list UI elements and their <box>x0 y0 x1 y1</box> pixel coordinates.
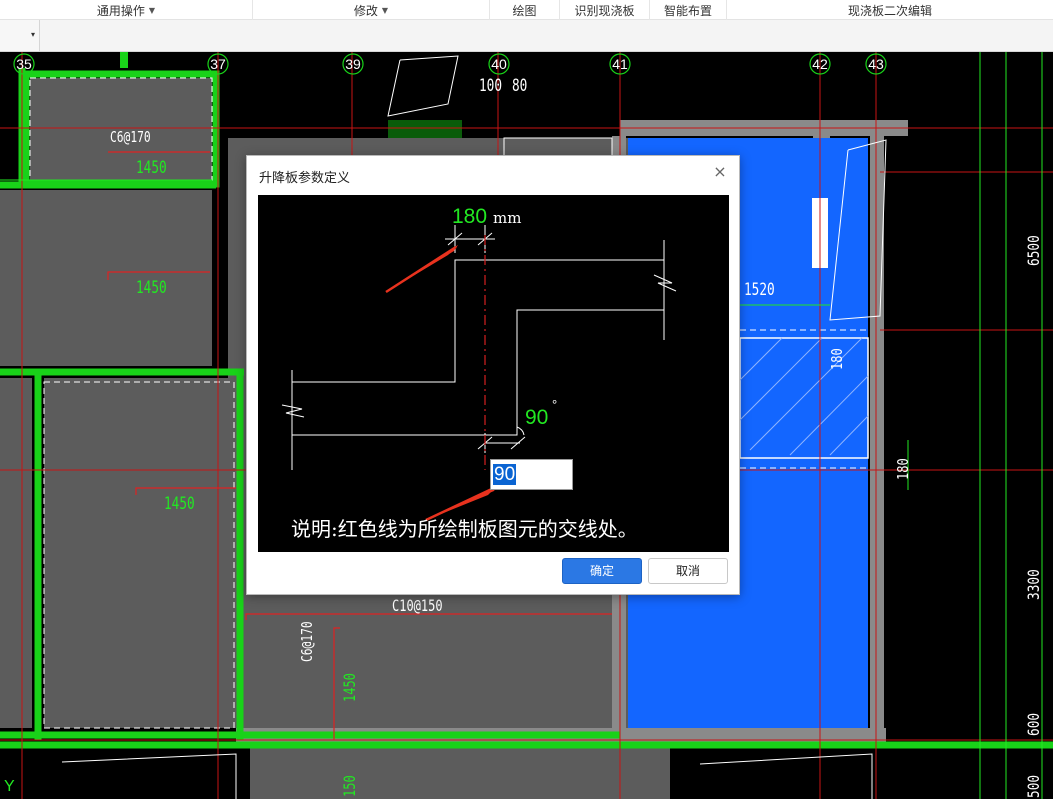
parameter-preview: 180 mm 90 ° 90 说明:红色线为所绘制板图元的交线处。 <box>258 195 729 552</box>
green-wall <box>120 52 128 68</box>
length-label: 1450 <box>136 278 167 298</box>
ribbon-group-smart-layout[interactable]: 智能布置 <box>650 0 727 20</box>
length-label: 1450 <box>164 494 195 514</box>
ribbon-group-label: 绘图 <box>512 3 537 18</box>
offset-value: 180 <box>452 205 488 228</box>
dimension-label: 100 <box>479 76 503 96</box>
toolbar: ▾ <box>0 20 1053 52</box>
dark-green-wall <box>388 120 462 138</box>
angle-value: 90 <box>525 406 549 429</box>
raised-slab-params-dialog: 升降板参数定义 × 180 mm 90 ° 90 说明:红色线为所绘制板图元的交… <box>246 155 740 595</box>
length-label: 1450 <box>136 158 167 178</box>
ribbon-group-draw[interactable]: 绘图 <box>490 0 560 20</box>
dimension-label: 180 <box>828 348 846 370</box>
y-axis-label: Y <box>4 778 15 795</box>
ribbon-group-label: 智能布置 <box>663 3 712 18</box>
cancel-button[interactable]: 取消 <box>648 558 728 584</box>
dimension-label: 180 <box>894 458 912 480</box>
ribbon: 通用操作 ▼ 修改 ▼ 绘图 识别现浇板 智能布置 现浇板二次编辑 <box>0 0 1053 20</box>
ribbon-group-common-ops[interactable]: 通用操作 ▼ <box>0 0 253 20</box>
length-label: 150 <box>340 775 359 797</box>
rebar-label: C6@170 <box>298 621 316 662</box>
length-label: 1450 <box>340 673 359 702</box>
preview-note: 说明:红色线为所绘制板图元的交线处。 <box>291 517 638 541</box>
angle-input[interactable]: 90 <box>490 459 573 490</box>
dimension-label: 3300 <box>1024 569 1043 600</box>
ribbon-group-modify[interactable]: 修改 ▼ <box>253 0 490 20</box>
ribbon-group-label: 通用操作 <box>96 3 145 18</box>
chevron-down-icon: ▼ <box>148 5 156 15</box>
angle-unit: ° <box>552 397 558 412</box>
floor-dropdown[interactable]: ▾ <box>0 20 40 51</box>
rebar-label: C6@170 <box>110 128 151 146</box>
rebar-label: C10@150 <box>392 596 443 615</box>
dimension-label: 80 <box>512 76 528 96</box>
close-icon[interactable]: × <box>711 163 729 181</box>
offset-unit: mm <box>493 209 522 227</box>
dialog-title: 升降板参数定义 <box>259 171 351 186</box>
section-diagram <box>281 225 677 522</box>
dimension-label: 500 <box>1024 774 1043 798</box>
chevron-down-icon: ▼ <box>381 5 389 15</box>
ribbon-group-label: 识别现浇板 <box>574 3 635 18</box>
confirm-button[interactable]: 确定 <box>562 558 642 584</box>
chevron-down-icon: ▾ <box>30 30 35 39</box>
angle-input-value[interactable]: 90 <box>493 464 517 485</box>
ribbon-group-slab-edit[interactable]: 现浇板二次编辑 <box>727 0 1053 20</box>
ribbon-group-label: 修改 <box>353 3 378 18</box>
dimension-label: 600 <box>1024 712 1043 736</box>
dimension-label: 1520 <box>744 280 775 300</box>
dimension-label: 6500 <box>1024 235 1043 266</box>
ribbon-group-identify-slab[interactable]: 识别现浇板 <box>560 0 650 20</box>
ribbon-group-label: 现浇板二次编辑 <box>847 3 932 18</box>
